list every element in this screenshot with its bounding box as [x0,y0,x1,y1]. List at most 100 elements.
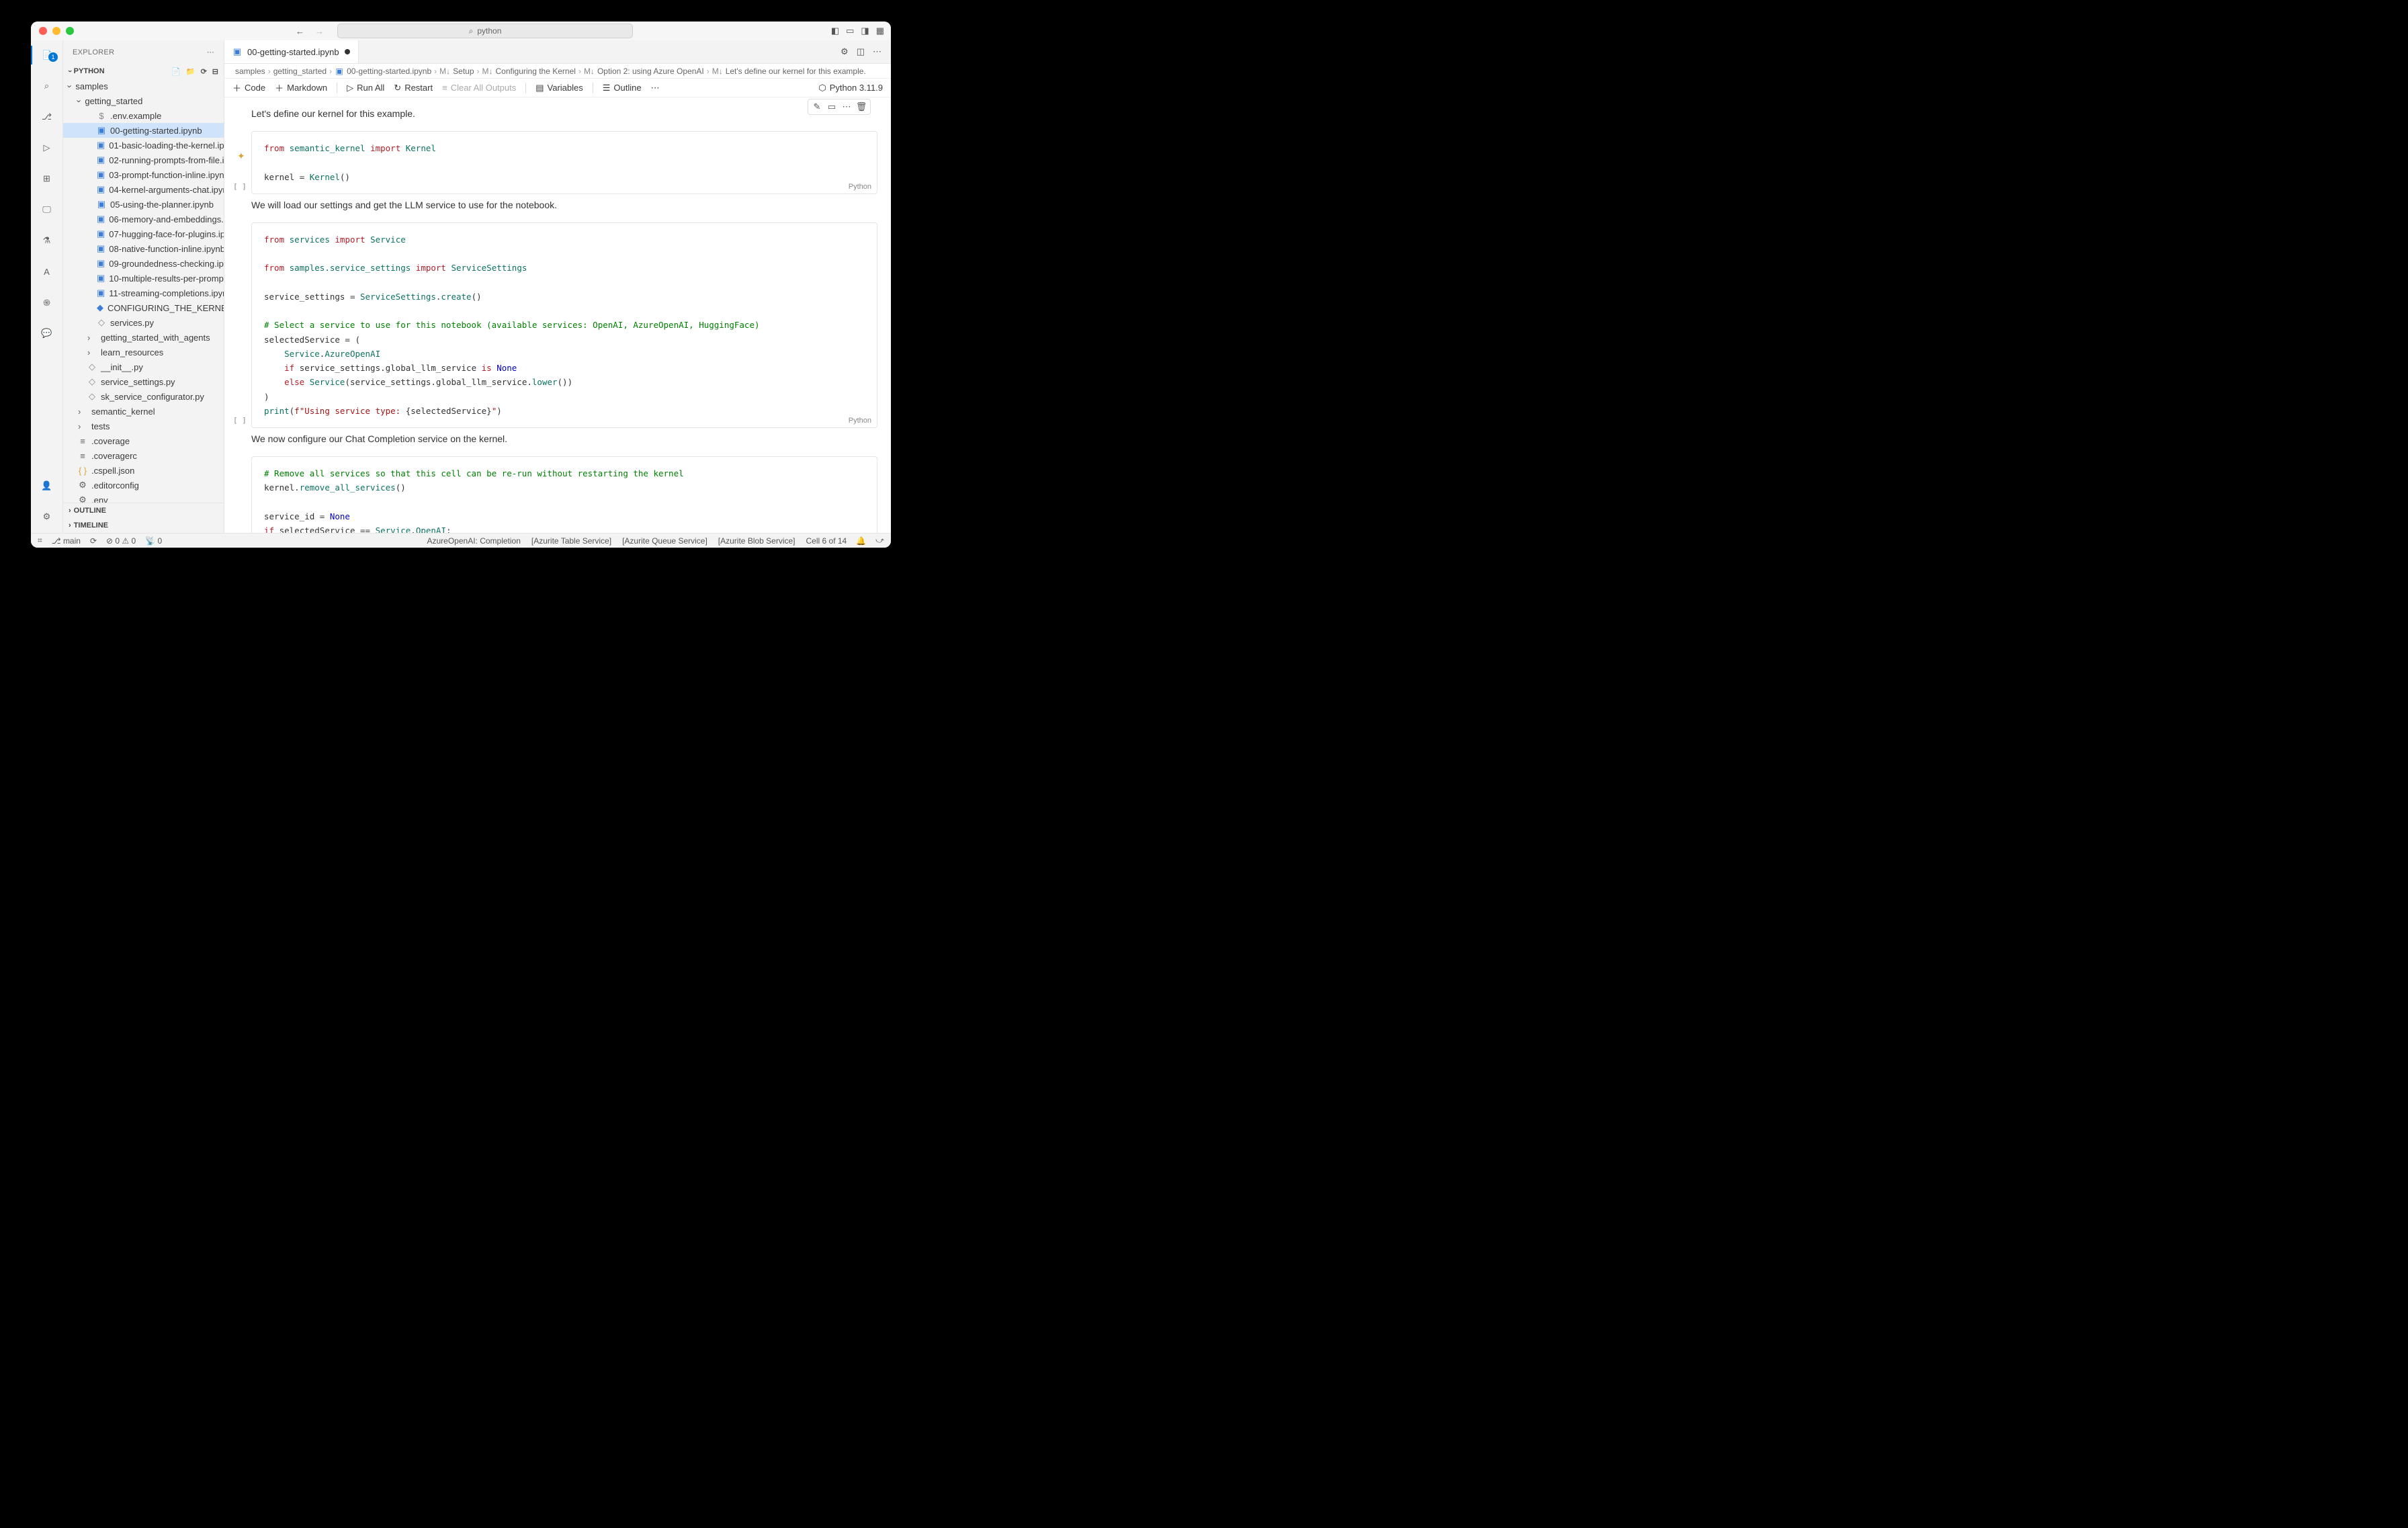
tree-file[interactable]: ◇sk_service_configurator.py [63,389,224,404]
tree-file[interactable]: ▣05-using-the-planner.ipynb [63,197,224,212]
notifications-icon[interactable]: 🔔 [856,536,866,546]
breadcrumb[interactable]: samples›getting_started›▣ 00-getting-sta… [224,64,891,79]
new-file-icon[interactable]: 📄 [171,67,181,76]
tree-folder[interactable]: samples [63,79,224,93]
accounts-icon[interactable]: 👤 [31,476,63,495]
cell-language[interactable]: Python [849,417,871,425]
status-item[interactable]: [Azurite Blob Service] [718,536,796,546]
tree-file[interactable]: ▣03-prompt-function-inline.ipynb [63,167,224,182]
tree-file[interactable]: ▣01-basic-loading-the-kernel.ipynb [63,138,224,153]
azure-icon[interactable]: A [31,262,63,281]
tree-file[interactable]: ▣02-running-prompts-from-file.ipynb [63,153,224,167]
problems-status[interactable]: ⊘ 0 ⚠ 0 [106,536,136,546]
breadcrumb-segment[interactable]: 00-getting-started.ipynb [347,67,431,76]
remote-indicator-icon[interactable]: ⌗ [38,536,42,546]
tree-file[interactable]: ▣09-groundedness-checking.ipynb [63,256,224,271]
close-window-icon[interactable] [39,27,47,35]
comments-icon[interactable]: 💬 [31,324,63,343]
remote-explorer-icon[interactable]: 🖵 [31,200,63,219]
tree-folder[interactable]: learn_resources [63,345,224,359]
extensions-icon[interactable]: ⊞ [31,169,63,188]
breadcrumb-segment[interactable]: Option 2: using Azure OpenAI [597,67,704,76]
code-content[interactable]: from services import Service from sample… [252,223,877,427]
outline-section[interactable]: OUTLINE [63,503,224,518]
code-content[interactable]: from semantic_kernel import Kernel kerne… [252,132,877,194]
testing-icon[interactable]: ⚗ [31,231,63,250]
source-control-icon[interactable]: ⎇ [31,108,63,126]
breadcrumb-segment[interactable]: samples [235,67,265,76]
breadcrumb-segment[interactable]: getting_started [273,67,327,76]
explorer-icon[interactable]: 📄1 [31,46,63,65]
code-cell[interactable]: from services import Service from sample… [251,222,877,428]
git-branch[interactable]: ⎇ main [52,536,81,546]
timeline-section[interactable]: TIMELINE [63,518,224,533]
search-icon[interactable]: ⌕ [31,77,63,95]
project-section-header[interactable]: PYTHON 📄 📁 ⟳ ⊟ [63,64,224,79]
variables-button[interactable]: ▤ Variables [535,83,583,93]
code-cell[interactable]: # Remove all services so that this cell … [251,456,877,533]
tree-file[interactable]: ⚙.env [63,493,224,503]
layout-customize-icon[interactable]: ▦ [876,26,884,36]
ports-status[interactable]: 📡 0 [145,536,162,546]
git-sync-icon[interactable]: ⟳ [90,536,97,546]
markdown-cell[interactable]: Let's define our kernel for this example… [224,103,877,124]
split-editor-icon[interactable]: ◫ [857,46,865,57]
tree-file[interactable]: ▣08-native-function-inline.ipynb [63,241,224,256]
tree-file[interactable]: ⚙.editorconfig [63,478,224,493]
run-debug-icon[interactable]: ▷ [31,138,63,157]
toolbar-more-icon[interactable]: ⋯ [651,83,660,93]
mime-icon[interactable]: ▭ [826,101,838,113]
tree-folder[interactable]: semantic_kernel [63,404,224,419]
delete-cell-icon[interactable]: 🗑 [855,101,867,113]
run-all-button[interactable]: ▷ Run All [347,83,384,93]
run-gear-icon[interactable]: ⚙ [841,46,849,57]
tree-file[interactable]: ≡.coveragerc [63,448,224,463]
restart-button[interactable]: ↻ Restart [394,83,433,93]
nav-forward-icon[interactable]: → [315,26,324,36]
settings-gear-icon[interactable]: ⚙ [31,507,63,526]
tree-file[interactable]: ◆CONFIGURING_THE_KERNEL.md [63,300,224,315]
markdown-cell[interactable]: We now configure our Chat Completion ser… [224,428,877,450]
code-content[interactable]: # Remove all services so that this cell … [252,457,877,533]
layout-sidebar-left-icon[interactable]: ◧ [831,26,839,36]
breadcrumb-segment[interactable]: Let's define our kernel for this example… [726,67,866,76]
new-folder-icon[interactable]: 📁 [186,67,196,76]
tree-file[interactable]: ◇service_settings.py [63,374,224,389]
explorer-more-icon[interactable]: ⋯ [207,48,214,56]
tree-file[interactable]: ◇services.py [63,315,224,330]
maximize-window-icon[interactable] [66,27,74,35]
tree-file[interactable]: ▣00-getting-started.ipynb [63,123,224,138]
markdown-cell[interactable]: We will load our settings and get the LL… [224,194,877,216]
feedback-icon[interactable]: ⤻ [875,536,884,546]
status-item[interactable]: [Azurite Queue Service] [622,536,707,546]
tree-file[interactable]: ◇__init__.py [63,359,224,374]
collapse-all-icon[interactable]: ⊟ [212,67,218,76]
tree-file[interactable]: { }.cspell.json [63,463,224,478]
add-markdown-button[interactable]: ＋ Markdown [275,81,327,94]
cell-language[interactable]: Python [849,183,871,191]
outline-button[interactable]: ☰ Outline [603,83,642,93]
status-item[interactable]: Cell 6 of 14 [806,536,847,546]
nav-back-icon[interactable]: ← [296,26,304,36]
breadcrumb-segment[interactable]: Configuring the Kernel [496,67,576,76]
notebook-body[interactable]: ✎ ▭ ⋯ 🗑 Let's define our kernel for this… [224,97,891,533]
layout-sidebar-right-icon[interactable]: ◨ [861,26,869,36]
command-center-search[interactable]: ⌕ python [337,24,633,38]
tree-file[interactable]: ▣10-multiple-results-per-prompt.ipynb [63,271,224,286]
status-item[interactable]: AzureOpenAI: Completion [427,536,520,546]
layout-panel-icon[interactable]: ▭ [846,26,854,36]
breadcrumb-segment[interactable]: Setup [453,67,474,76]
tree-folder[interactable]: tests [63,419,224,433]
tree-folder[interactable]: getting_started_with_agents [63,330,224,345]
edit-cell-icon[interactable]: ✎ [811,101,823,113]
tree-file[interactable]: ▣04-kernel-arguments-chat.ipynb [63,182,224,197]
refresh-icon[interactable]: ⟳ [201,67,207,76]
editor-tab[interactable]: ▣ 00-getting-started.ipynb [224,40,359,63]
kernel-picker[interactable]: ⬡ Python 3.11.9 [818,83,883,93]
database-icon[interactable]: ֍ [31,293,63,312]
tree-file[interactable]: $.env.example [63,108,224,123]
tree-file[interactable]: ▣07-hugging-face-for-plugins.ipynb [63,226,224,241]
tab-more-icon[interactable]: ⋯ [873,46,882,57]
clear-outputs-button[interactable]: ≡ Clear All Outputs [442,83,516,93]
add-code-button[interactable]: ＋ Code [232,81,265,94]
